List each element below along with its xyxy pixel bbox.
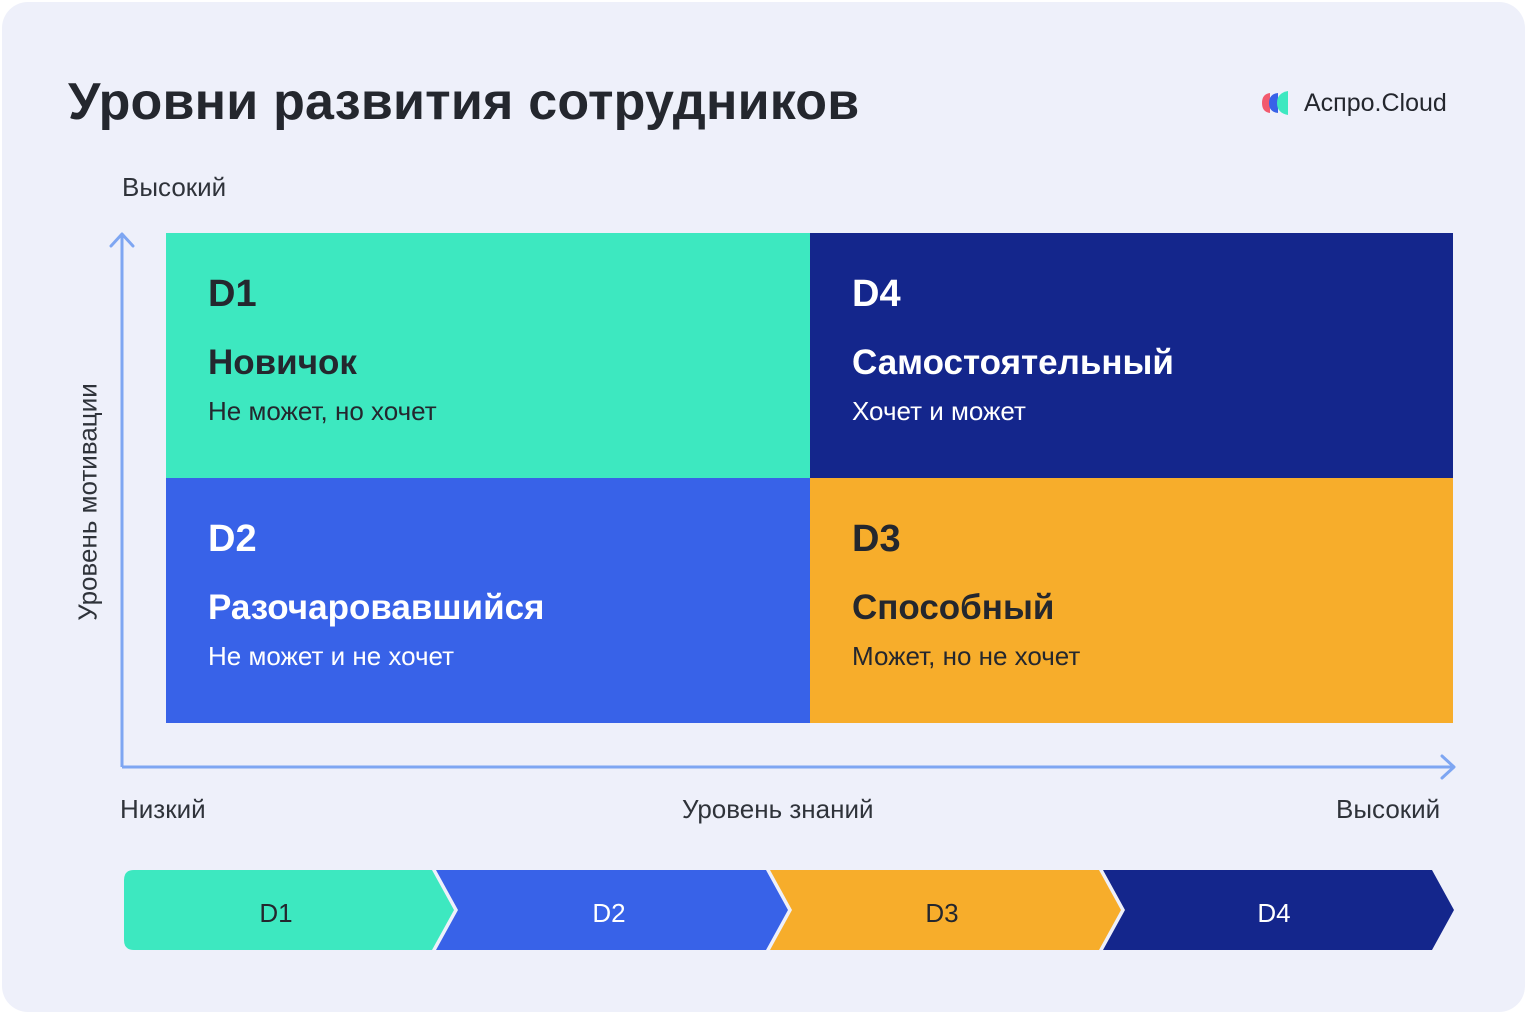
stage-label-d3: D3 [925, 898, 959, 928]
stage-label-d2: D2 [592, 898, 626, 928]
stage-label-d4: D4 [1257, 898, 1291, 928]
stage-label-d1: D1 [259, 898, 293, 928]
card: Уровни развития сотрудников Аспро.Cloud … [2, 2, 1525, 1012]
stage-progression [124, 870, 1454, 950]
